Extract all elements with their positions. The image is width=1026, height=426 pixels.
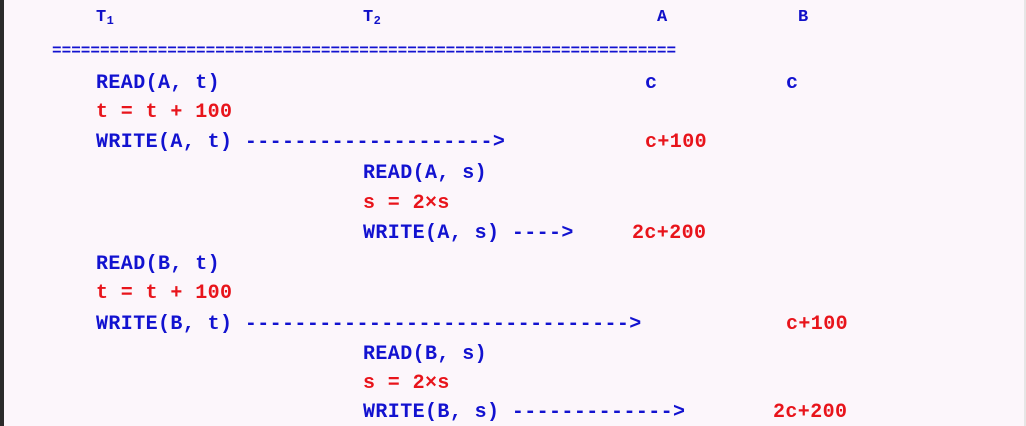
t2-header: T2 — [363, 8, 382, 28]
t2-compute-b: s = 2×s — [363, 372, 450, 395]
t2-read-a: READ(A, s) — [363, 162, 488, 185]
t2-write-b: WRITE(B, s) -------------> — [363, 401, 686, 424]
header-separator: ========================================… — [52, 42, 677, 60]
t2-write-a: WRITE(A, s) ----> — [363, 222, 574, 245]
t2-read-b: READ(B, s) — [363, 343, 488, 366]
column-a-header: A — [657, 8, 668, 27]
b-after-t1-value: c+100 — [786, 313, 849, 336]
b-after-t2-value: 2c+200 — [773, 401, 848, 424]
t2-compute-a: s = 2×s — [363, 192, 450, 215]
a-initial-value: c — [645, 72, 658, 95]
t1-compute-b: t = t + 100 — [96, 282, 233, 305]
t1-read-b: READ(B, t) — [96, 253, 221, 276]
a-after-t2-value: 2c+200 — [632, 222, 707, 245]
t1-write-a: WRITE(A, t) --------------------> — [96, 131, 506, 154]
schedule-slide: T1 T2 A B ==============================… — [4, 0, 1024, 426]
t1-read-a: READ(A, t) — [96, 72, 221, 95]
b-initial-value: c — [786, 72, 799, 95]
t1-write-b: WRITE(B, t) ----------------------------… — [96, 313, 642, 336]
t1-compute-a: t = t + 100 — [96, 101, 233, 124]
column-b-header: B — [798, 8, 809, 27]
t1-header: T1 — [96, 8, 115, 28]
a-after-t1-value: c+100 — [645, 131, 708, 154]
